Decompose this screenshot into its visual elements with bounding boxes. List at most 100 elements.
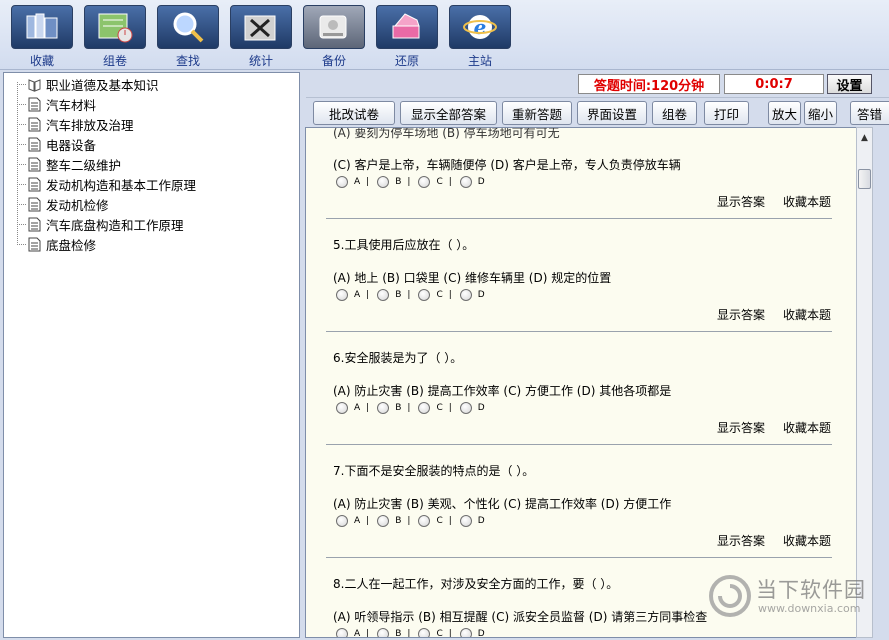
tree-node-label: 汽车排放及治理	[46, 117, 134, 133]
tree-node[interactable]: 汽车材料	[17, 94, 96, 114]
toolbar-stats-button[interactable]: 统计	[228, 0, 294, 70]
bookmark-question-link[interactable]: 收藏本题	[783, 532, 831, 549]
question-panel: (A) 要刻为停车场地 (B) 停车场地可有可无 (C) 客户是上帝，车辆随便停…	[305, 127, 872, 638]
choice-c-radio[interactable]	[418, 515, 431, 527]
question-7-options: (A) 防止灾害 (B) 美观、个性化 (C) 提高工作效率 (D) 方便工作	[333, 497, 672, 511]
answer-sheet-button[interactable]: 答错	[850, 101, 889, 125]
zoom-in-button[interactable]: 放大	[768, 101, 801, 125]
toolbar-search-label: 查找	[175, 54, 200, 68]
restore-icon	[376, 5, 438, 49]
question-7-choices: A | B | C | D	[336, 515, 491, 527]
question-4-choices: A | B | C | D	[336, 176, 491, 188]
tree-node-label: 汽车材料	[46, 97, 97, 113]
choice-d-radio[interactable]	[459, 515, 472, 527]
redo-answers-button[interactable]: 重新答题	[502, 101, 572, 125]
tree-node-label: 底盘检修	[46, 237, 97, 253]
toolbar-restore-button[interactable]: 还原	[374, 0, 440, 70]
bookmark-question-link[interactable]: 收藏本题	[783, 193, 831, 210]
question-6-choices: A | B | C | D	[336, 402, 491, 414]
choice-d-radio[interactable]	[459, 628, 472, 637]
show-answer-link[interactable]: 显示答案	[717, 193, 765, 210]
document-icon	[28, 217, 41, 231]
watermark-logo-icon	[709, 575, 751, 617]
question-5-title: 5.工具使用后应放在（ ）。	[333, 238, 475, 252]
toolbar-restore-label: 还原	[394, 54, 419, 68]
compose-paper-button[interactable]: 组卷	[652, 101, 697, 125]
tree-node[interactable]: 整车二级维护	[17, 154, 121, 174]
choice-c-radio[interactable]	[418, 289, 431, 301]
question-7-title: 7.下面不是安全服装的特点的是（ ）。	[333, 464, 535, 478]
choice-b-radio[interactable]	[377, 289, 390, 301]
tree-node-label: 整车二级维护	[46, 157, 122, 173]
toolbar-backup-button[interactable]: 备份	[301, 0, 367, 70]
ui-settings-button[interactable]: 界面设置	[577, 101, 647, 125]
choice-d-radio[interactable]	[459, 402, 472, 414]
tree-node-root[interactable]: 职业道德及基本知识	[17, 74, 159, 94]
ie-icon: e	[449, 5, 511, 49]
document-icon	[28, 197, 41, 211]
print-button[interactable]: 打印	[704, 101, 749, 125]
bookmark-question-link[interactable]: 收藏本题	[783, 419, 831, 436]
show-answer-link[interactable]: 显示答案	[717, 532, 765, 549]
question-4-options-cd: (C) 客户是上帝，车辆随便停 (D) 客户是上帝，专人负责停放车辆	[333, 158, 681, 172]
choice-d-radio[interactable]	[459, 289, 472, 301]
question-8-choices: A | B | C | D	[336, 628, 491, 637]
toolbar-search-button[interactable]: 查找	[155, 0, 221, 70]
choice-a-radio[interactable]	[336, 402, 348, 414]
show-answer-link[interactable]: 显示答案	[717, 306, 765, 323]
question-4-options-ab: (A) 要刻为停车场地 (B) 停车场地可有可无	[333, 127, 560, 140]
collect-icon	[11, 5, 73, 49]
toolbar-stats-label: 统计	[248, 54, 273, 68]
choice-a-radio[interactable]	[336, 176, 348, 188]
toolbar-home-site-label: 主站	[467, 54, 492, 68]
tree-node[interactable]: 发动机构造和基本工作原理	[17, 174, 196, 194]
tree-node[interactable]: 汽车排放及治理	[17, 114, 134, 134]
site-watermark: 当下软件园 www.downxia.com	[706, 572, 886, 636]
choice-b-radio[interactable]	[377, 176, 390, 188]
choice-c-radio[interactable]	[418, 402, 431, 414]
question-6-title: 6.安全服装是为了（ ）。	[333, 351, 463, 365]
question-5-choices: A | B | C | D	[336, 289, 491, 301]
choice-b-radio[interactable]	[377, 402, 390, 414]
choice-d-radio[interactable]	[459, 176, 472, 188]
scroll-up-arrow-icon[interactable]: ▲	[857, 130, 872, 146]
document-icon	[28, 117, 41, 131]
tree-node[interactable]: 汽车底盘构造和工作原理	[17, 214, 184, 234]
choice-c-radio[interactable]	[418, 176, 431, 188]
watermark-url: www.downxia.com	[758, 602, 861, 615]
compose-icon	[84, 5, 146, 49]
tree-node-label: 电器设备	[46, 137, 97, 153]
tree-node-label: 职业道德及基本知识	[46, 77, 159, 93]
elapsed-time: 0:0:7	[724, 74, 824, 94]
tree-node-label: 发动机构造和基本工作原理	[46, 177, 197, 193]
choice-a-radio[interactable]	[336, 289, 348, 301]
show-answer-link[interactable]: 显示答案	[717, 419, 765, 436]
tree-node[interactable]: 发动机检修	[17, 194, 109, 214]
choice-b-radio[interactable]	[377, 515, 390, 527]
tree-node[interactable]: 电器设备	[17, 134, 96, 154]
main-toolbar: 收藏 组卷 查找 统计 备份 还原 e 主站	[0, 0, 889, 70]
toolbar-compose-button[interactable]: 组卷	[82, 0, 148, 70]
choice-c-radio[interactable]	[418, 628, 431, 637]
vertical-scrollbar[interactable]: ▲	[856, 127, 873, 638]
grade-paper-button[interactable]: 批改试卷	[313, 101, 395, 125]
choice-b-radio[interactable]	[377, 628, 390, 637]
choice-a-radio[interactable]	[336, 515, 348, 527]
scroll-thumb[interactable]	[858, 169, 871, 189]
document-icon	[28, 177, 41, 191]
action-bar: 批改试卷 显示全部答案 重新答题 界面设置 组卷 打印 放大 缩小 答错	[306, 97, 889, 126]
choice-a-radio[interactable]	[336, 628, 348, 637]
zoom-out-button[interactable]: 缩小	[804, 101, 837, 125]
category-tree: 职业道德及基本知识 汽车材料 汽车排放及治理 电器设备 整车二级维护 发动机构造…	[3, 72, 300, 638]
toolbar-collect-button[interactable]: 收藏	[9, 0, 75, 70]
show-all-answers-button[interactable]: 显示全部答案	[400, 101, 497, 125]
search-icon	[157, 5, 219, 49]
stats-icon	[230, 5, 292, 49]
question-6-options: (A) 防止灾害 (B) 提高工作效率 (C) 方便工作 (D) 其他各项都是	[333, 384, 672, 398]
tree-node[interactable]: 底盘检修	[17, 234, 96, 254]
toolbar-home-site-button[interactable]: e 主站	[447, 0, 513, 70]
tree-node-label: 汽车底盘构造和工作原理	[46, 217, 184, 233]
bookmark-question-link[interactable]: 收藏本题	[783, 306, 831, 323]
settings-button[interactable]: 设置	[827, 74, 872, 94]
toolbar-backup-label: 备份	[321, 54, 346, 68]
